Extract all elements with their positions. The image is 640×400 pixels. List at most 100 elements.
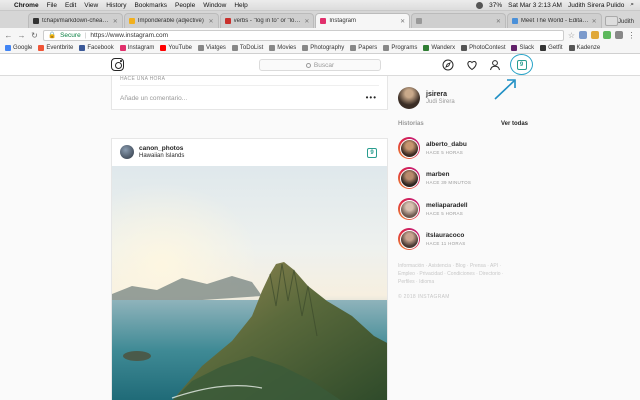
close-icon[interactable]: ✕ — [209, 18, 214, 25]
extension-icon[interactable] — [603, 31, 611, 39]
feed-post: canon_photos Hawaiian Islands 9 — [111, 138, 388, 400]
clock[interactable]: Sat Mar 3 2:13 AM — [508, 2, 562, 9]
current-username[interactable]: jsirera — [426, 91, 447, 98]
forward-icon[interactable]: → — [17, 31, 26, 40]
menu-window[interactable]: Window — [203, 2, 226, 9]
close-icon[interactable]: ✕ — [496, 18, 501, 25]
profile-icon[interactable] — [489, 59, 501, 71]
menu-bookmarks[interactable]: Bookmarks — [134, 2, 167, 9]
address-bar[interactable]: 🔒 Secure | https://www.instagram.com — [43, 29, 564, 41]
tab-markdown[interactable]: tchapi/markdown-cheatsheet ✕ — [28, 13, 123, 28]
story-username[interactable]: meliaparadell — [426, 202, 468, 209]
bookmark-viatges[interactable]: Viatges — [198, 44, 226, 51]
menu-edit[interactable]: Edit — [65, 2, 76, 9]
bookmark-label: Photography — [310, 44, 345, 51]
current-user-card[interactable]: jsirera Judi Sirera — [398, 87, 538, 109]
bookmark-label: Papers — [358, 44, 378, 51]
bookmark-movies[interactable]: Movies — [269, 44, 297, 51]
save-extension-button[interactable]: 9 — [510, 54, 533, 75]
tab-instagram[interactable]: Instagram ✕ — [315, 13, 411, 28]
back-icon[interactable]: ← — [4, 31, 13, 40]
story-item[interactable]: marben HACE 39 MINUTOS — [398, 167, 538, 189]
tab-imponderable[interactable]: Imponderable (adjective) ✕ — [123, 13, 219, 28]
story-avatar[interactable] — [398, 137, 420, 159]
bookmark-photocontest[interactable]: PhotoContest — [461, 44, 506, 51]
story-avatar[interactable] — [398, 228, 420, 250]
close-icon[interactable]: ✕ — [592, 18, 597, 25]
post-photo[interactable] — [112, 166, 388, 400]
bookmark-programs[interactable]: Programs — [383, 44, 418, 51]
menu-file[interactable]: File — [47, 2, 57, 9]
kadenze-icon — [568, 44, 575, 51]
menu-people[interactable]: People — [175, 2, 195, 9]
menu-icon[interactable]: ⋮ — [627, 31, 636, 40]
menu-help[interactable]: Help — [234, 2, 247, 9]
heart-icon[interactable] — [466, 59, 478, 71]
bookmark-google[interactable]: Google — [5, 44, 32, 51]
bookmark-papers[interactable]: Papers — [350, 44, 378, 51]
tab-untitled[interactable]: ✕ — [411, 13, 506, 28]
macos-menubar: Chrome File Edit View History Bookmarks … — [0, 0, 640, 11]
story-avatar[interactable] — [398, 167, 420, 189]
close-icon[interactable]: ✕ — [113, 18, 118, 25]
post-location[interactable]: Hawaiian Islands — [139, 153, 184, 159]
story-item[interactable]: meliaparadell HACE 5 HORAS — [398, 198, 538, 220]
bookmark-label: PhotoContest — [469, 44, 506, 51]
menu-view[interactable]: View — [84, 2, 98, 9]
bookmark-kadenze[interactable]: Kadenze — [568, 44, 600, 51]
bookmark-eventbrite[interactable]: Eventbrite — [38, 44, 73, 51]
compass-icon[interactable] — [442, 59, 454, 71]
story-username[interactable]: itslauracoco — [426, 232, 464, 239]
avatar[interactable] — [120, 145, 134, 159]
secure-label: Secure — [60, 31, 81, 39]
post-username[interactable]: canon_photos — [139, 145, 183, 152]
url-text[interactable]: https://www.instagram.com — [90, 32, 168, 39]
close-icon[interactable]: ✕ — [304, 18, 309, 25]
more-options-icon[interactable]: ••• — [366, 93, 377, 102]
instagram-logo-icon[interactable] — [111, 58, 124, 71]
story-username[interactable]: marben — [426, 171, 449, 178]
bookmark-label: Movies — [277, 44, 297, 51]
see-all-link[interactable]: Ver todas — [501, 121, 528, 127]
battery-percent[interactable]: 37% — [489, 2, 502, 9]
folder-icon — [198, 44, 204, 51]
story-username[interactable]: alberto_dabu — [426, 141, 467, 148]
bookmark-youtube[interactable]: YouTube — [160, 44, 192, 51]
tab-verbs[interactable]: verbs - "log in to" or "log into" ✕ — [219, 13, 315, 28]
footer-links[interactable]: Información · Asistencia · Blog · Prensa… — [398, 262, 518, 286]
bookmark-label: Programs — [391, 44, 418, 51]
bookmark-star-icon[interactable]: ☆ — [568, 31, 575, 40]
bookmark-wanderx[interactable]: Wanderx — [423, 44, 456, 51]
avatar[interactable] — [398, 87, 420, 109]
bookmark-todolist[interactable]: ToDoList — [231, 44, 263, 51]
bookmark-slack[interactable]: Slack — [511, 44, 534, 51]
wanderx-icon — [423, 44, 430, 51]
story-item[interactable]: itslauracoco HACE 11 HORAS — [398, 228, 538, 250]
story-item[interactable]: alberto_dabu HACE 5 HORAS — [398, 137, 538, 159]
profile-name[interactable]: Judith — [618, 19, 634, 25]
lock-icon: 🔒 — [48, 32, 57, 39]
extension-icon[interactable] — [591, 31, 599, 39]
bookmark-facebook[interactable]: Facebook — [79, 44, 114, 51]
reload-icon[interactable]: ↻ — [30, 31, 39, 40]
tab-meet-the-world[interactable]: Meet The World - Editar elem ✕ — [506, 13, 602, 28]
extension-icon[interactable] — [615, 31, 623, 39]
menu-chrome[interactable]: Chrome — [14, 2, 39, 9]
bookmark-photography[interactable]: Photography — [302, 44, 345, 51]
new-tab-button[interactable] — [604, 16, 618, 26]
bookmark-label: Wanderx — [431, 44, 456, 51]
github-icon — [33, 18, 39, 24]
bookmark-instagram[interactable]: Instagram — [119, 44, 154, 51]
search-icon[interactable]: ⌕ — [630, 1, 634, 9]
instagram-header: Buscar — [0, 54, 640, 76]
extension-icon[interactable] — [579, 31, 587, 39]
bookmark-extension-icon[interactable]: 9 — [367, 148, 377, 158]
wifi-icon[interactable] — [476, 1, 484, 9]
bookmark-getfit[interactable]: Getfit — [540, 44, 563, 51]
user-name[interactable]: Judith Sirera Pulido — [568, 2, 624, 9]
comment-input[interactable]: Añade un comentario... — [120, 95, 187, 102]
search-input[interactable]: Buscar — [259, 59, 381, 71]
menu-history[interactable]: History — [106, 2, 126, 9]
close-icon[interactable]: ✕ — [400, 18, 405, 25]
story-avatar[interactable] — [398, 198, 420, 220]
